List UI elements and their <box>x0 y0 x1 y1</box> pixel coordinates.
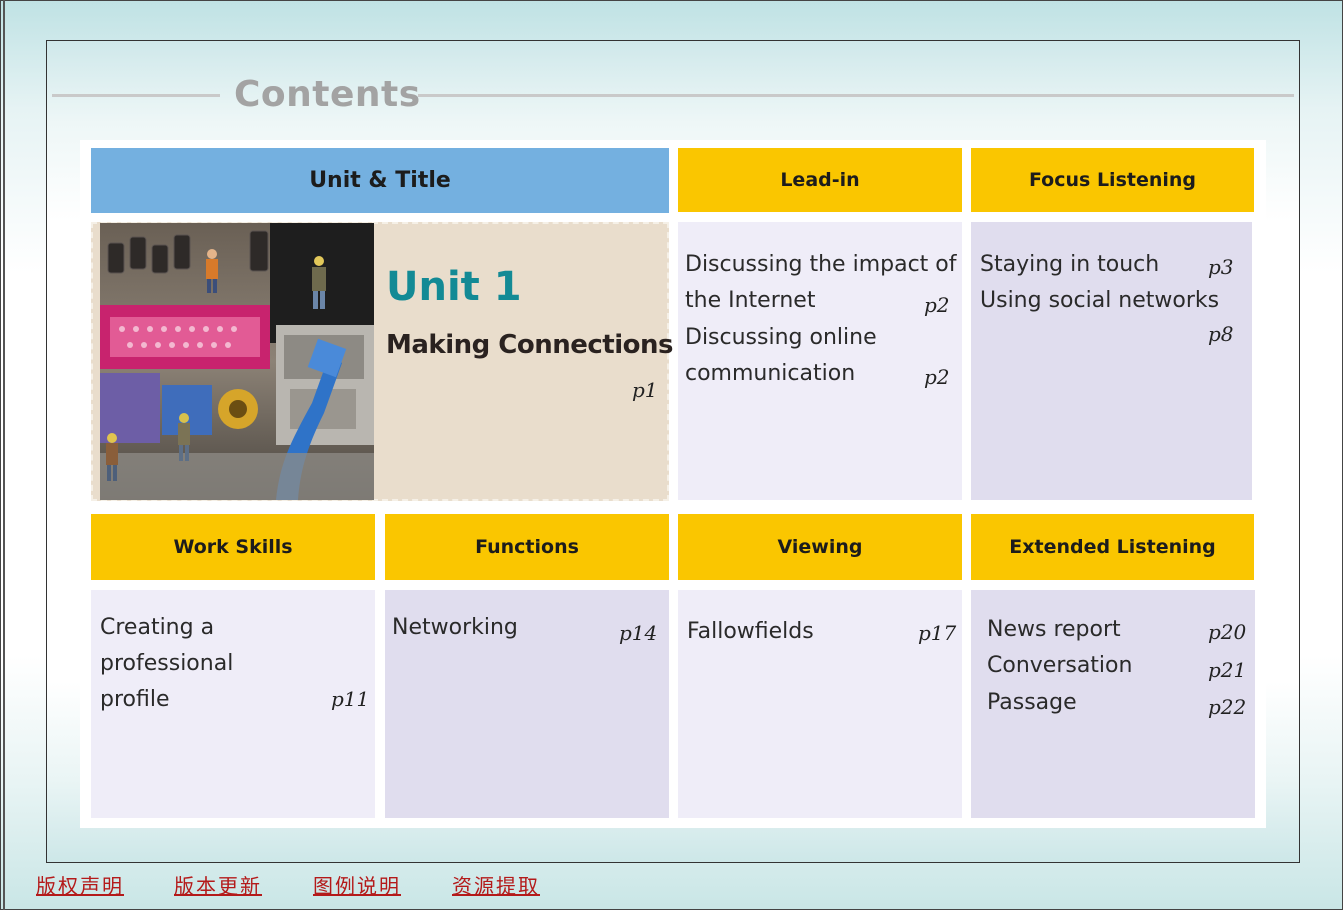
title-rule-left <box>52 94 220 97</box>
extended-listening-page: p22 <box>1208 695 1247 719</box>
title-rule-right <box>418 94 1294 97</box>
viewing-line[interactable]: Fallowfields <box>687 614 814 650</box>
extended-listening-line[interactable]: Passage <box>987 685 1077 721</box>
header-functions: Functions <box>385 514 669 580</box>
work-skills-page: p11 <box>331 687 370 711</box>
extended-listening-line[interactable]: News report <box>987 612 1121 648</box>
header-lead-in: Lead-in <box>678 148 962 212</box>
unit-number[interactable]: Unit 1 <box>386 264 522 310</box>
lead-in-line[interactable]: the Internet <box>685 283 815 319</box>
lead-in-line[interactable]: Discussing online <box>685 320 877 356</box>
functions-line[interactable]: Networking <box>392 610 518 646</box>
footer-link-copyright[interactable]: 版权声明 <box>36 870 124 899</box>
lead-in-line[interactable]: communication <box>685 356 855 392</box>
header-focus-listening: Focus Listening <box>971 148 1254 212</box>
functions-page: p14 <box>619 621 658 645</box>
extended-listening-line[interactable]: Conversation <box>987 648 1132 684</box>
extended-listening-page: p20 <box>1208 620 1247 644</box>
focus-listening-line[interactable]: Staying in touch <box>980 247 1159 283</box>
footer-link-resources[interactable]: 资源提取 <box>452 870 540 899</box>
header-work-skills: Work Skills <box>91 514 375 580</box>
work-skills-line[interactable]: profile <box>100 682 170 718</box>
window-edge <box>3 0 5 910</box>
unit-page: p1 <box>632 378 658 402</box>
focus-listening-line[interactable]: Using social networks <box>980 283 1219 319</box>
focus-listening-page: p8 <box>1208 322 1234 346</box>
extended-listening-page: p21 <box>1208 658 1247 682</box>
unit-photo <box>100 223 374 500</box>
lead-in-page: p2 <box>924 365 950 389</box>
header-unit-title: Unit & Title <box>91 148 669 213</box>
header-viewing: Viewing <box>678 514 962 580</box>
footer-link-version-update[interactable]: 版本更新 <box>174 870 262 899</box>
lead-in-line[interactable]: Discussing the impact of <box>685 247 957 283</box>
viewing-page: p17 <box>918 621 957 645</box>
lead-in-page: p2 <box>924 293 950 317</box>
work-skills-line[interactable]: Creating a <box>100 610 214 646</box>
unit-title[interactable]: Making Connections <box>386 330 674 360</box>
circuit-board-image <box>100 223 374 500</box>
page-title: Contents <box>234 74 421 115</box>
footer-link-legend[interactable]: 图例说明 <box>313 870 401 899</box>
focus-listening-page: p3 <box>1208 255 1234 279</box>
work-skills-line[interactable]: professional <box>100 646 233 682</box>
header-extended-listening: Extended Listening <box>971 514 1254 580</box>
